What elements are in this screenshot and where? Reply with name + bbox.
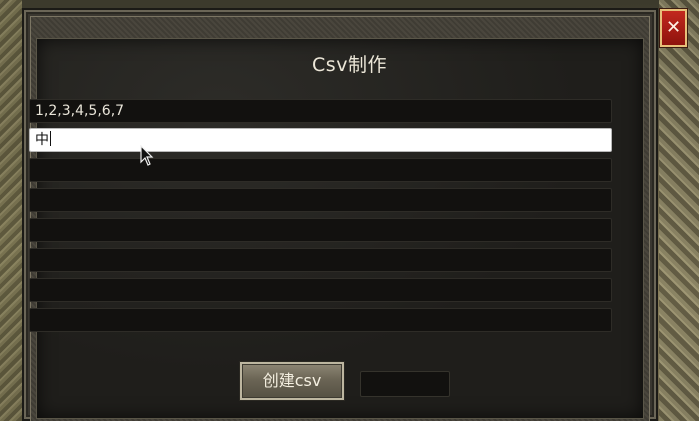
text-caret (50, 131, 51, 146)
output-field[interactable] (360, 371, 450, 397)
csv-input-row-6[interactable] (29, 248, 612, 272)
csv-input-row-3[interactable] (29, 158, 612, 182)
csv-input-row-2[interactable]: 中 (29, 128, 612, 152)
dialog-title: Csv制作 (312, 54, 387, 76)
csv-input-row-1[interactable]: 1,2,3,4,5,6,7 (29, 99, 612, 123)
close-icon: ✕ (665, 17, 682, 38)
csv-input-row-7[interactable] (29, 278, 612, 302)
close-button[interactable]: ✕ (660, 9, 687, 47)
mouse-cursor-icon (140, 145, 154, 166)
create-csv-button[interactable]: 创建csv (240, 362, 344, 400)
csv-input-row-8[interactable] (29, 308, 612, 332)
csv-input-row-5[interactable] (29, 218, 612, 242)
csv-input-row-4[interactable] (29, 188, 612, 212)
csv-input-row-2-text: 中 (35, 132, 49, 148)
